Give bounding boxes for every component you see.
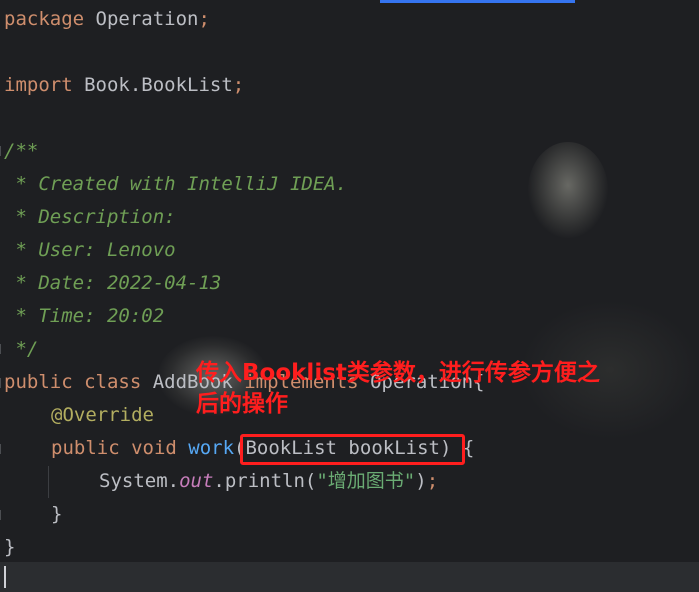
highlight-box	[240, 434, 465, 465]
code-line[interactable]	[4, 102, 484, 135]
wallpaper-bokeh	[528, 142, 608, 238]
class-close-brace-line[interactable]: }	[4, 531, 484, 564]
code-line[interactable]: import Book.BookList;	[4, 69, 484, 102]
doc-comment-line[interactable]: * Description:	[4, 201, 484, 234]
doc-comment-line[interactable]: * User: Lenovo	[4, 234, 484, 267]
doc-comment-line[interactable]: * Time: 20:02	[4, 300, 484, 333]
code-line[interactable]	[4, 36, 484, 69]
code-editor[interactable]: package Operation; import Book.BookList;…	[0, 0, 699, 592]
doc-comment-line[interactable]: /**	[4, 135, 484, 168]
status-bar	[0, 562, 699, 592]
doc-comment-line[interactable]: * Created with IntelliJ IDEA.	[4, 168, 484, 201]
text-caret	[4, 566, 6, 588]
doc-comment-line[interactable]: * Date: 2022-04-13	[4, 267, 484, 300]
code-line[interactable]: package Operation;	[4, 3, 484, 36]
println-line[interactable]: System.out.println("增加图书");	[4, 465, 484, 498]
code-content[interactable]: package Operation; import Book.BookList;…	[4, 3, 484, 564]
annotation-note: 传入Booklist类参数，进行传参方便之后的操作	[196, 360, 600, 417]
method-close-brace-line[interactable]: }	[4, 498, 484, 531]
